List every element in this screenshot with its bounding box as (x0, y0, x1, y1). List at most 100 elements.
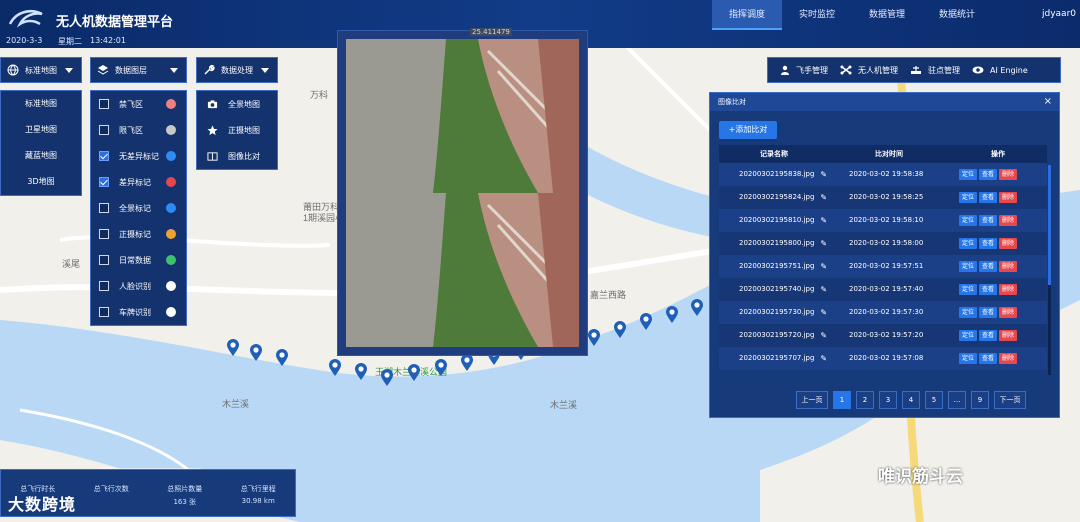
delete-button[interactable]: 删除 (999, 284, 1018, 295)
delete-button[interactable]: 删除 (999, 169, 1018, 180)
map-pin-icon[interactable] (665, 306, 679, 324)
map-pin-icon[interactable] (380, 369, 394, 387)
edit-icon[interactable]: ✎ (820, 209, 827, 232)
map-pin-icon[interactable] (690, 299, 704, 317)
layer-item[interactable]: 全景标记 (91, 195, 186, 221)
layer-item[interactable]: 人脸识别 (91, 273, 186, 299)
basemap-option[interactable]: 藏蓝地图 (1, 143, 81, 169)
map-pin-icon[interactable] (407, 364, 421, 382)
edit-icon[interactable]: ✎ (820, 278, 827, 301)
map-pin-icon[interactable] (354, 363, 368, 381)
delete-button[interactable]: 删除 (999, 261, 1018, 272)
layer-item[interactable]: 日常数据 (91, 247, 186, 273)
delete-button[interactable]: 删除 (999, 330, 1018, 341)
basemap-option[interactable]: 卫星地图 (1, 117, 81, 143)
layer-item[interactable]: 限飞区 (91, 117, 186, 143)
scrollbar-thumb[interactable] (1048, 165, 1051, 285)
locate-button[interactable]: 定位 (959, 169, 978, 180)
delete-button[interactable]: 删除 (999, 238, 1018, 249)
tab-live-monitor[interactable]: 实时监控 (782, 0, 852, 30)
edit-icon[interactable]: ✎ (820, 255, 827, 278)
locate-button[interactable]: 定位 (959, 307, 978, 318)
page-button[interactable]: 2 (856, 391, 874, 409)
user-name[interactable]: jdyaar0 (1042, 9, 1076, 19)
map-pin-icon[interactable] (328, 359, 342, 377)
view-button[interactable]: 查看 (979, 307, 998, 318)
delete-button[interactable]: 删除 (999, 307, 1018, 318)
map-pin-icon[interactable] (226, 339, 240, 357)
view-button[interactable]: 查看 (979, 284, 998, 295)
locate-button[interactable]: 定位 (959, 238, 978, 249)
edit-icon[interactable]: ✎ (820, 232, 827, 255)
layer-item[interactable]: 禁飞区 (91, 91, 186, 117)
locate-button[interactable]: 定位 (959, 261, 978, 272)
tab-data-management[interactable]: 数据管理 (852, 0, 922, 30)
view-button[interactable]: 查看 (979, 261, 998, 272)
close-icon[interactable]: × (1044, 93, 1052, 111)
locate-button[interactable]: 定位 (959, 353, 978, 364)
map-pin-icon[interactable] (587, 329, 601, 347)
map-pin-icon[interactable] (434, 359, 448, 377)
layer-checkbox[interactable] (99, 307, 109, 317)
page-button[interactable]: 1 (833, 391, 851, 409)
layer-item[interactable]: 正摄标记 (91, 221, 186, 247)
page-button[interactable]: 9 (971, 391, 989, 409)
tab-dispatch[interactable]: 指挥调度 (712, 0, 782, 30)
aerial-photos (346, 39, 580, 347)
prev-page-button[interactable]: 上一页 (796, 391, 828, 409)
image-compare-viewer[interactable] (337, 30, 588, 356)
edit-icon[interactable]: ✎ (820, 163, 827, 186)
layer-item[interactable]: 车牌识别 (91, 299, 186, 325)
page-button[interactable]: ... (948, 391, 966, 409)
drone-management-button[interactable]: 无人机管理 (828, 65, 898, 76)
view-button[interactable]: 查看 (979, 238, 998, 249)
delete-button[interactable]: 删除 (999, 353, 1018, 364)
layer-checkbox[interactable] (99, 177, 109, 187)
layer-checkbox[interactable] (99, 255, 109, 265)
map-pin-icon[interactable] (275, 349, 289, 367)
edit-icon[interactable]: ✎ (820, 347, 827, 370)
edit-icon[interactable]: ✎ (820, 301, 827, 324)
page-button[interactable]: 3 (879, 391, 897, 409)
layer-checkbox[interactable] (99, 229, 109, 239)
process-dropdown[interactable]: 数据处理 (196, 57, 278, 83)
page-button[interactable]: 4 (902, 391, 920, 409)
next-page-button[interactable]: 下一页 (994, 391, 1026, 409)
edit-icon[interactable]: ✎ (820, 186, 827, 209)
view-button[interactable]: 查看 (979, 330, 998, 341)
layer-checkbox[interactable] (99, 125, 109, 135)
basemap-option[interactable]: 3D地图 (1, 169, 81, 195)
view-button[interactable]: 查看 (979, 215, 998, 226)
add-compare-button[interactable]: +添加比对 (719, 121, 777, 139)
map-pin-icon[interactable] (249, 344, 263, 362)
layer-checkbox[interactable] (99, 99, 109, 109)
process-option-compare[interactable]: 图像比对 (197, 143, 277, 169)
layer-item[interactable]: 差异标记 (91, 169, 186, 195)
locate-button[interactable]: 定位 (959, 330, 978, 341)
locate-button[interactable]: 定位 (959, 192, 978, 203)
layers-dropdown[interactable]: 数据图层 (90, 57, 187, 83)
locate-button[interactable]: 定位 (959, 284, 978, 295)
delete-button[interactable]: 删除 (999, 192, 1018, 203)
basemap-dropdown[interactable]: 标准地图 (0, 57, 82, 83)
basemap-option[interactable]: 标准地图 (1, 91, 81, 117)
layer-checkbox[interactable] (99, 203, 109, 213)
view-button[interactable]: 查看 (979, 169, 998, 180)
layer-checkbox[interactable] (99, 151, 109, 161)
page-button[interactable]: 5 (925, 391, 943, 409)
tab-data-statistics[interactable]: 数据统计 (922, 0, 992, 30)
process-option-panorama[interactable]: 全景地图 (197, 91, 277, 117)
locate-button[interactable]: 定位 (959, 215, 978, 226)
pilot-management-button[interactable]: 飞手管理 (768, 65, 828, 76)
layer-item[interactable]: 无差异标记 (91, 143, 186, 169)
layer-checkbox[interactable] (99, 281, 109, 291)
map-pin-icon[interactable] (639, 313, 653, 331)
station-management-button[interactable]: 驻点管理 (898, 65, 960, 76)
process-option-ortho[interactable]: 正摄地图 (197, 117, 277, 143)
map-pin-icon[interactable] (613, 321, 627, 339)
view-button[interactable]: 查看 (979, 192, 998, 203)
delete-button[interactable]: 删除 (999, 215, 1018, 226)
view-button[interactable]: 查看 (979, 353, 998, 364)
edit-icon[interactable]: ✎ (820, 324, 827, 347)
ai-engine-button[interactable]: AI Engine (960, 65, 1028, 75)
